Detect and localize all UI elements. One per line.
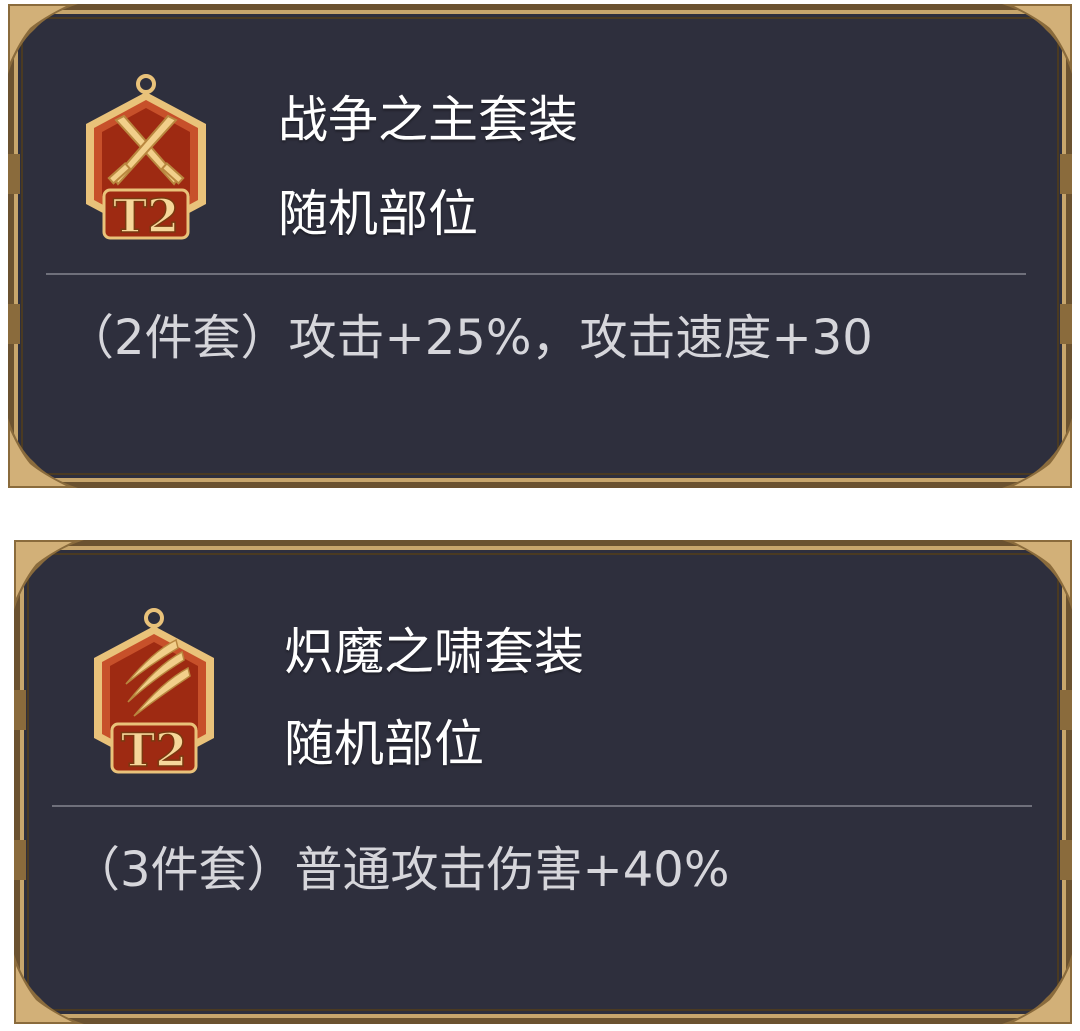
tier-label: T2 [121,723,187,777]
tier-label: T2 [113,189,179,243]
equipment-set-card: T2 战争之主套装 随机部位 （2件套）攻击+25%，攻击速度+30 [8,4,1072,488]
divider [52,805,1032,807]
set-name: 炽魔之啸套装 [284,623,584,681]
tier-badge: T2 [78,72,214,246]
slot-label: 随机部位 [278,185,478,243]
divider [46,273,1026,275]
equipment-set-card: T2 炽魔之啸套装 随机部位 （3件套）普通攻击伤害+40% [14,540,1072,1024]
slot-label: 随机部位 [284,715,484,773]
tier-badge: T2 [86,606,222,780]
set-bonus-text: （2件套）攻击+25%，攻击速度+30 [66,310,873,366]
set-bonus-text: （3件套）普通攻击伤害+40% [72,842,730,898]
set-name: 战争之主套装 [278,91,578,149]
